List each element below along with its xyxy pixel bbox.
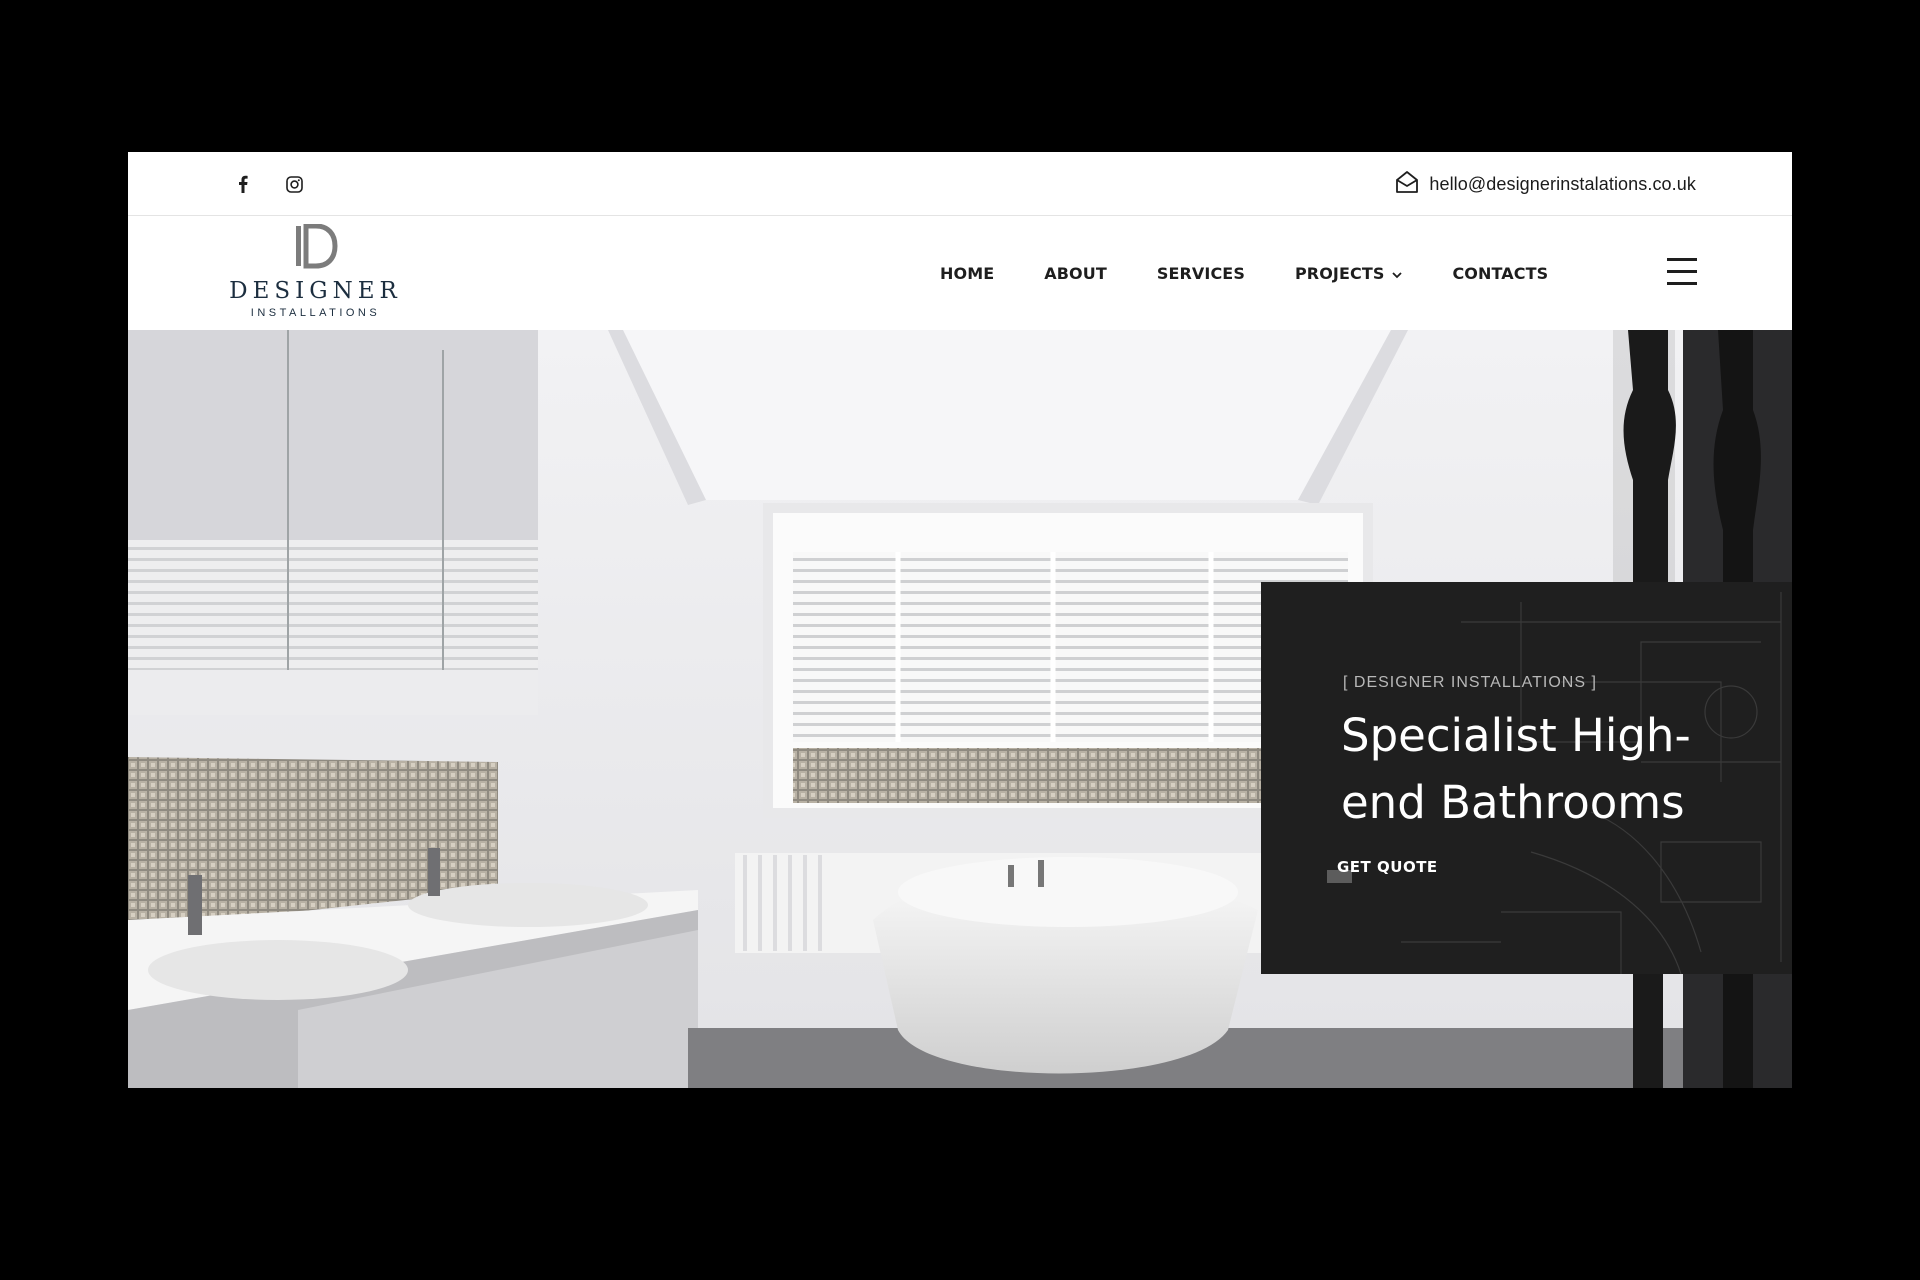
nav-projects-label: PROJECTS (1294, 263, 1385, 283)
get-quote-button[interactable]: GET QUOTE (1337, 858, 1438, 876)
nav-contacts[interactable]: CONTACTS (1452, 264, 1548, 283)
instagram-icon[interactable] (282, 172, 306, 196)
envelope-icon (1395, 170, 1419, 199)
hero-eyebrow: [ DESIGNER INSTALLATIONS ] (1343, 674, 1597, 691)
email-contact[interactable]: hello@designerinstalations.co.uk (1395, 170, 1696, 198)
nav-home-label: HOME (940, 263, 995, 283)
hero-title: Specialist High-end Bathrooms (1341, 709, 1691, 829)
hamburger-icon[interactable] (1667, 258, 1697, 286)
email-link[interactable]: hello@designerinstalations.co.uk (1429, 174, 1696, 195)
main-navbar: DESIGNER INSTALLATIONS HOME ABOUT SERVIC… (128, 216, 1792, 330)
top-bar: hello@designerinstalations.co.uk (128, 152, 1792, 216)
chevron-down-icon (1392, 264, 1403, 283)
primary-menu: HOME ABOUT SERVICES PROJECTS CONTACTS (940, 216, 1548, 330)
nav-about[interactable]: ABOUT (1044, 264, 1107, 283)
nav-services-label: SERVICES (1156, 263, 1245, 283)
nav-about-label: ABOUT (1044, 263, 1107, 283)
d-monogram-logo (296, 224, 338, 269)
logo-wordmark: DESIGNER (229, 278, 402, 304)
hero-card: [ DESIGNER INSTALLATIONS ] Specialist Hi… (1261, 582, 1792, 974)
nav-home[interactable]: HOME (940, 264, 994, 283)
nav-services[interactable]: SERVICES (1157, 264, 1245, 283)
site-logo[interactable]: DESIGNER INSTALLATIONS (228, 224, 403, 324)
logo-subtitle: INSTALLATIONS (250, 307, 381, 319)
nav-projects[interactable]: PROJECTS (1295, 264, 1403, 283)
website-frame: hello@designerinstalations.co.uk DESIGNE… (128, 152, 1792, 1088)
hero-section: [ DESIGNER INSTALLATIONS ] Specialist Hi… (128, 330, 1792, 1088)
facebook-icon[interactable] (231, 172, 255, 196)
nav-contacts-label: CONTACTS (1452, 263, 1549, 283)
